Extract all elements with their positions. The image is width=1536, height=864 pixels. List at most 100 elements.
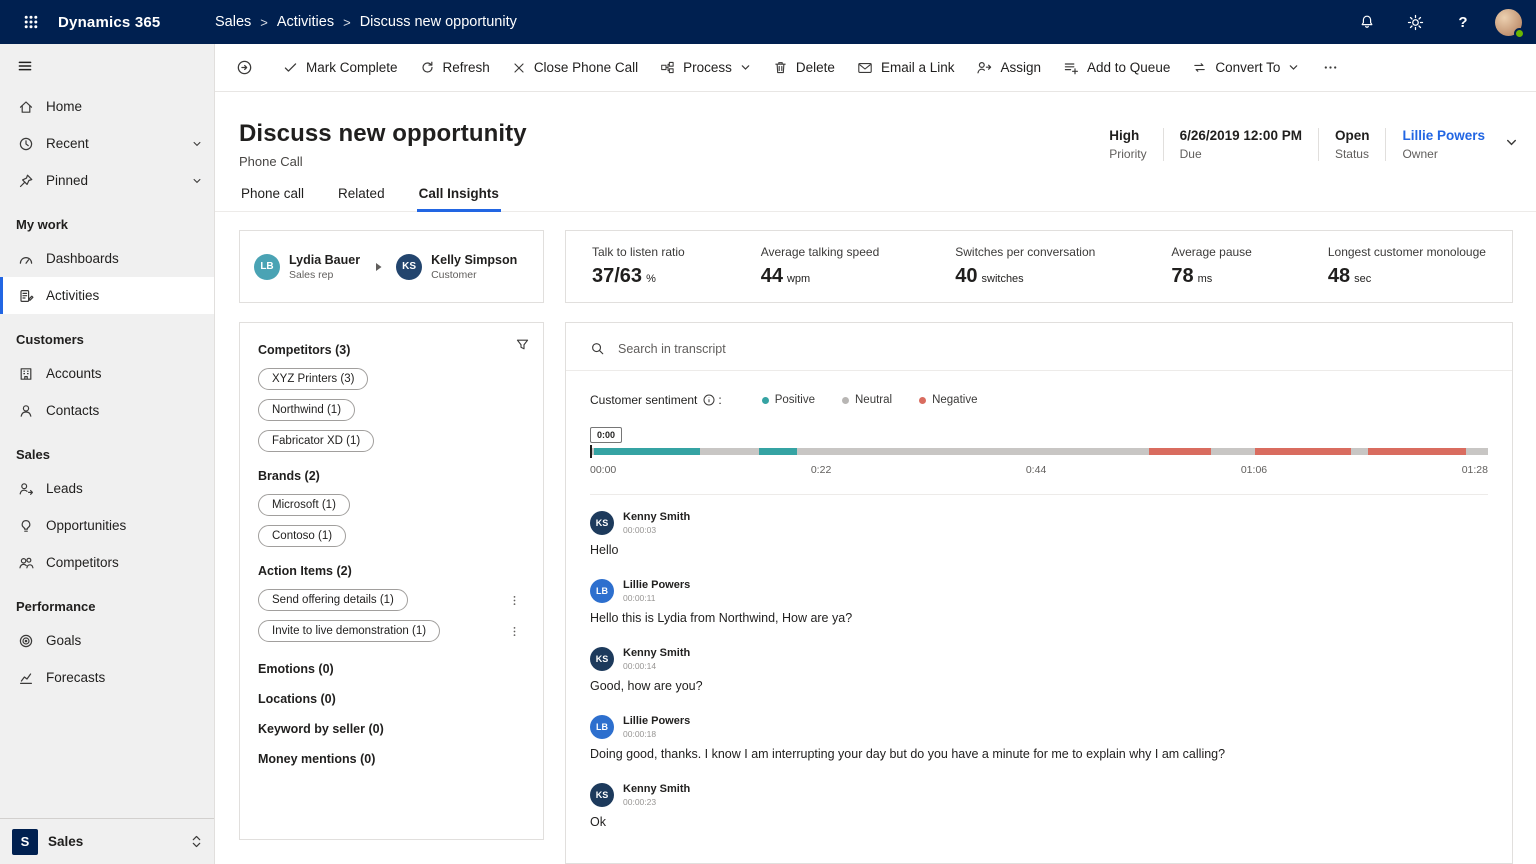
header-field-value[interactable]: High xyxy=(1109,128,1146,143)
participant-name: Kelly Simpson xyxy=(431,253,517,267)
sidebar-item-label: Activities xyxy=(46,288,99,303)
timeline-scrubber[interactable] xyxy=(590,448,1488,455)
playhead-marker[interactable] xyxy=(590,445,592,458)
assign-label: Assign xyxy=(1000,60,1041,75)
process-button[interactable]: Process xyxy=(649,51,762,85)
home-icon xyxy=(18,99,34,115)
sentiment-segment[interactable] xyxy=(759,448,797,455)
sidebar-item-accounts[interactable]: Accounts xyxy=(0,355,214,392)
sidebar-item-label: Goals xyxy=(46,633,81,648)
breadcrumb-sales[interactable]: Sales xyxy=(215,14,251,30)
sidebar-nav: Home Recent Pinned My work Dashboards Ac… xyxy=(0,88,214,818)
delete-button[interactable]: Delete xyxy=(762,51,846,85)
sidebar-item-dashboards[interactable]: Dashboards xyxy=(0,240,214,277)
activities-icon xyxy=(18,288,34,304)
header-expand-chevron-icon[interactable] xyxy=(1505,136,1518,149)
site-map-sidebar: Home Recent Pinned My work Dashboards Ac… xyxy=(0,44,215,864)
assign-button[interactable]: Assign xyxy=(965,51,1052,85)
sidebar-item-home[interactable]: Home xyxy=(0,88,214,125)
action-item-chip[interactable]: Send offering details (1) xyxy=(258,589,408,611)
sidebar-item-leads[interactable]: Leads xyxy=(0,470,214,507)
kpi-value: 78 xyxy=(1171,265,1193,288)
close-phone-call-button[interactable]: Close Phone Call xyxy=(501,51,649,85)
add-to-queue-button[interactable]: Add to Queue xyxy=(1052,51,1181,85)
sentiment-segment[interactable] xyxy=(1368,448,1466,455)
search-input[interactable] xyxy=(618,342,978,356)
top-navigation-bar: Dynamics 365 Sales > Activities > Discus… xyxy=(0,0,1536,44)
legend-label: Negative xyxy=(932,394,977,406)
sidebar-item-contacts[interactable]: Contacts xyxy=(0,392,214,429)
sentiment-segment[interactable] xyxy=(1149,448,1211,455)
insights-section-title-brands: Brands (2) xyxy=(258,469,525,483)
sidebar-item-recent[interactable]: Recent xyxy=(0,125,214,162)
tab-call-insights[interactable]: Call Insights xyxy=(417,186,501,211)
record-status-button[interactable] xyxy=(225,51,264,85)
chevron-down-icon[interactable] xyxy=(192,176,202,186)
sidebar-collapse-button[interactable] xyxy=(0,44,214,88)
more-commands-button[interactable] xyxy=(1310,51,1351,85)
header-field-value[interactable]: 6/26/2019 12:00 PM xyxy=(1180,128,1302,143)
notifications-bell-icon[interactable] xyxy=(1351,6,1383,38)
info-icon[interactable] xyxy=(703,394,715,406)
filter-icon[interactable] xyxy=(515,337,530,352)
sidebar-item-label: Pinned xyxy=(46,173,88,188)
sidebar-item-goals[interactable]: Goals xyxy=(0,622,214,659)
timeline-tick-label: 01:06 xyxy=(1241,464,1267,476)
divider xyxy=(590,494,1488,495)
email-a-link-button[interactable]: Email a Link xyxy=(846,51,966,85)
help-icon[interactable]: ? xyxy=(1447,6,1479,38)
sidebar-item-forecasts[interactable]: Forecasts xyxy=(0,659,214,696)
kebab-menu-icon[interactable] xyxy=(504,623,525,640)
avatar: KS xyxy=(396,254,422,280)
trash-icon xyxy=(773,60,788,75)
transcript-message: LB Lillie Powers 00:00:18 Doing good, th… xyxy=(590,715,1488,761)
sentiment-segment[interactable] xyxy=(1255,448,1350,455)
header-field-value[interactable]: Open xyxy=(1335,128,1370,143)
kpi-label: Switches per conversation xyxy=(955,245,1095,259)
header-field: 6/26/2019 12:00 PM Due xyxy=(1163,128,1318,161)
area-switcher[interactable]: S Sales xyxy=(0,818,214,864)
brand-chip[interactable]: Microsoft (1) xyxy=(258,494,350,516)
app-title[interactable]: Dynamics 365 xyxy=(58,14,160,31)
mark-complete-button[interactable]: Mark Complete xyxy=(272,51,409,85)
header-field-value[interactable]: Lillie Powers xyxy=(1402,128,1485,143)
clock-icon xyxy=(18,136,34,152)
tab-phone-call[interactable]: Phone call xyxy=(239,186,306,211)
kpi-label: Talk to listen ratio xyxy=(592,245,685,259)
action-item-chip[interactable]: Invite to live demonstration (1) xyxy=(258,620,440,642)
kebab-menu-icon[interactable] xyxy=(504,592,525,609)
sidebar-item-activities[interactable]: Activities xyxy=(0,277,214,314)
avatar: LB xyxy=(590,715,614,739)
sidebar-item-label: Forecasts xyxy=(46,670,105,685)
sidebar-item-opportunities[interactable]: Opportunities xyxy=(0,507,214,544)
competitor-chip[interactable]: Northwind (1) xyxy=(258,399,355,421)
brand-chip[interactable]: Contoso (1) xyxy=(258,525,346,547)
kpi-item: Longest customer monolouge 48 sec xyxy=(1328,245,1486,288)
convert-to-button[interactable]: Convert To xyxy=(1181,51,1310,85)
sidebar-item-pinned[interactable]: Pinned xyxy=(0,162,214,199)
tab-related[interactable]: Related xyxy=(336,186,387,211)
breadcrumb-activities[interactable]: Activities xyxy=(277,14,334,30)
sentiment-segment[interactable] xyxy=(594,448,700,455)
competitor-chip[interactable]: XYZ Printers (3) xyxy=(258,368,368,390)
breadcrumb-current-record[interactable]: Discuss new opportunity xyxy=(360,14,517,30)
timeline-tick-label: 01:28 xyxy=(1462,464,1488,476)
convert-to-label: Convert To xyxy=(1215,60,1280,75)
refresh-button[interactable]: Refresh xyxy=(409,51,501,85)
waffle-menu-icon[interactable] xyxy=(14,5,48,39)
competitor-chip[interactable]: Fabricator XD (1) xyxy=(258,430,374,452)
record-tabs: Phone call Related Call Insights xyxy=(215,186,1536,212)
sidebar-item-label: Contacts xyxy=(46,403,99,418)
header-field-label: Owner xyxy=(1402,147,1485,161)
convert-arrows-icon xyxy=(1192,60,1207,75)
header-field: Lillie Powers Owner xyxy=(1385,128,1501,161)
contact-icon xyxy=(18,403,34,419)
area-switcher-updown-icon[interactable] xyxy=(191,834,202,849)
user-avatar[interactable] xyxy=(1495,9,1522,36)
sidebar-item-label: Opportunities xyxy=(46,518,126,533)
settings-gear-icon[interactable] xyxy=(1399,6,1431,38)
chevron-down-icon[interactable] xyxy=(192,139,202,149)
transcript-panel: Customer sentiment : Positive Neutral Ne… xyxy=(565,322,1513,864)
close-phone-call-label: Close Phone Call xyxy=(534,60,638,75)
sidebar-item-competitors[interactable]: Competitors xyxy=(0,544,214,581)
